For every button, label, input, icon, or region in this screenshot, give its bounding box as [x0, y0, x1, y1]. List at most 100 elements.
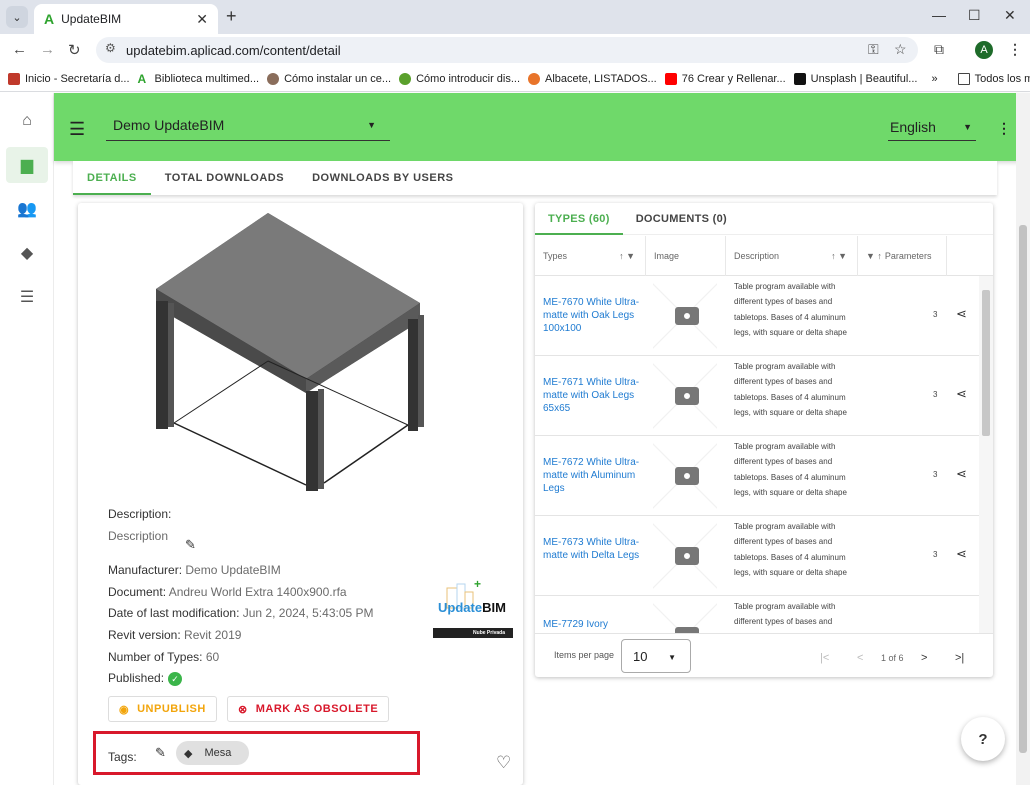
camera-icon [675, 387, 699, 405]
unpublish-button[interactable]: ◉ UNPUBLISH [108, 696, 217, 722]
tag-icon[interactable]: ◆ [6, 235, 48, 271]
svg-text:+: + [474, 578, 481, 591]
previous-page-icon[interactable]: < [857, 652, 863, 664]
type-name-link[interactable]: ME-7672 White Ultra-matte with Aluminum … [543, 456, 643, 495]
favorite-heart-icon[interactable]: ♡ [496, 753, 511, 773]
column-header-description[interactable]: Description ↑ ▼ [726, 236, 858, 276]
users-icon[interactable]: 👥 [6, 191, 48, 227]
items-per-page-select[interactable]: 10 ▼ [621, 639, 691, 673]
all-bookmarks-folder[interactable]: Todos los marcadores [957, 72, 1030, 85]
more-options-icon[interactable]: ⋮ [997, 120, 1011, 137]
sort-filter-icon[interactable]: ↑ ▼ [619, 251, 635, 261]
language-select[interactable]: English ▼ [888, 119, 976, 141]
tab-details[interactable]: DETAILS [73, 161, 151, 195]
column-header-types[interactable]: Types ↑ ▼ [535, 236, 646, 276]
home-icon[interactable]: ⌂ [6, 103, 48, 139]
edit-description-icon[interactable]: ✎ [185, 537, 196, 553]
table-row[interactable]: ME-7672 White Ultra-matte with Aluminum … [535, 436, 979, 516]
cart-off-icon: ⊗ [238, 703, 248, 716]
tags-label: Tags: [108, 750, 137, 764]
browser-tab[interactable]: A UpdateBIM ✕ [34, 4, 218, 34]
close-window-icon[interactable]: ✕ [1004, 7, 1016, 24]
types-tabs: TYPES (60) DOCUMENTS (0) [535, 203, 993, 235]
share-icon[interactable]: ⋖ [956, 466, 967, 482]
description-value: Description [108, 529, 169, 543]
more-bookmarks-icon[interactable]: » [931, 73, 937, 85]
browser-menu-icon[interactable]: ⋮ [1008, 41, 1022, 58]
table-scrollbar[interactable] [979, 276, 993, 633]
type-name-link[interactable]: ME-7671 White Ultra-matte with Oak Legs … [543, 376, 643, 415]
help-button[interactable]: ? [961, 717, 1005, 761]
share-icon[interactable]: ⋖ [956, 386, 967, 402]
back-icon[interactable]: ← [12, 41, 27, 58]
tab-search-icon[interactable]: ⌄ [6, 6, 28, 28]
folder-icon[interactable]: ▆ [6, 147, 48, 183]
address-bar[interactable]: updatebim.aplicad.com/content/detail [96, 37, 918, 63]
bookmark-item[interactable]: Cómo introducir dis... [399, 72, 520, 85]
tab-downloads-by-users[interactable]: DOWNLOADS BY USERS [298, 161, 467, 195]
tab-types[interactable]: TYPES (60) [535, 203, 623, 235]
table-row[interactable]: ME-7670 White Ultra-matte with Oak Legs … [535, 276, 979, 356]
profile-avatar[interactable]: A [975, 41, 993, 59]
type-parameters: 3 [933, 390, 938, 399]
bookmark-star-icon[interactable]: ☆ [894, 41, 907, 58]
forward-icon[interactable]: → [40, 41, 55, 58]
new-tab-icon[interactable]: + [226, 6, 237, 27]
type-name-link[interactable]: ME-7729 Ivory [543, 618, 643, 631]
bookmark-item[interactable]: Inicio - Secretaría d... [8, 72, 130, 85]
mark-obsolete-button[interactable]: ⊗ MARK AS OBSOLETE [227, 696, 390, 722]
tag-chip[interactable]: ◆ Mesa [176, 741, 249, 765]
type-description: Table program available with different t… [734, 602, 836, 627]
tab-total-downloads[interactable]: TOTAL DOWNLOADS [151, 161, 298, 195]
next-page-icon[interactable]: > [921, 652, 927, 664]
type-description: Table program available with different t… [734, 522, 847, 577]
published-row: Published: ✓ [108, 671, 183, 686]
maximize-icon[interactable]: ☐ [968, 7, 981, 24]
settings-sliders-icon[interactable]: ☰ [6, 279, 48, 315]
extensions-icon[interactable]: ⧉ [934, 41, 944, 58]
project-select-value: Demo UpdateBIM [113, 116, 225, 133]
updatebim-favicon-icon: A [44, 11, 55, 27]
reload-icon[interactable]: ↻ [68, 41, 81, 59]
bookmark-item[interactable]: 76 Crear y Rellenar... [664, 72, 786, 85]
bookmark-item[interactable]: Cómo instalar un ce... [267, 72, 391, 85]
logo-caption: Nube Privada [473, 630, 505, 636]
paginator: Items per page 10 ▼ |< < 1 of 6 > >| [535, 633, 993, 677]
site-settings-icon[interactable]: ⚙ [105, 41, 116, 55]
last-page-icon[interactable]: >| [955, 652, 964, 664]
sort-filter-icon[interactable]: ↑ ▼ [831, 251, 847, 261]
browser-tabstrip: ⌄ A UpdateBIM ✕ + — ☐ ✕ [0, 0, 1030, 34]
eye-off-icon: ◉ [119, 703, 130, 716]
project-select[interactable]: Demo UpdateBIM ▼ [106, 109, 390, 141]
bookmark-item[interactable]: Unsplash | Beautiful... [793, 72, 917, 85]
table-row[interactable]: ME-7673 White Ultra-matte with Delta Leg… [535, 516, 979, 596]
page-scrollbar-thumb[interactable] [1019, 225, 1027, 753]
side-navigation: ⌂ ▆ 👥 ◆ ☰ [0, 93, 54, 785]
revit-version-row: Revit version: Revit 2019 [108, 628, 242, 642]
bookmark-item[interactable]: Albacete, LISTADOS... [528, 72, 657, 85]
tab-documents[interactable]: DOCUMENTS (0) [623, 203, 740, 235]
first-page-icon[interactable]: |< [820, 652, 829, 664]
table-row[interactable]: ME-7671 White Ultra-matte with Oak Legs … [535, 356, 979, 436]
scrollbar-thumb[interactable] [982, 290, 990, 436]
bookmark-item[interactable]: A Biblioteca multimed... [138, 73, 260, 85]
minimize-icon[interactable]: — [932, 7, 946, 23]
type-description: Table program available with different t… [734, 282, 847, 337]
tags-highlight-box [93, 731, 420, 775]
page-scrollbar[interactable] [1016, 93, 1030, 785]
type-name-link[interactable]: ME-7673 White Ultra-matte with Delta Leg… [543, 536, 643, 562]
types-table-body: ME-7670 White Ultra-matte with Oak Legs … [535, 276, 979, 633]
page-range-label: 1 of 6 [881, 653, 904, 663]
close-tab-icon[interactable]: ✕ [196, 11, 208, 28]
table-row[interactable]: ME-7729 Ivory Table program available wi… [535, 596, 979, 633]
column-header-parameters[interactable]: ▼ ↑ Parameters [858, 236, 947, 276]
camera-icon [675, 547, 699, 565]
password-key-icon[interactable]: ⚿ [868, 41, 879, 58]
menu-icon[interactable]: ☰ [69, 119, 85, 140]
type-name-link[interactable]: ME-7670 White Ultra-matte with Oak Legs … [543, 296, 643, 335]
share-icon[interactable]: ⋖ [956, 306, 967, 322]
number-of-types-row: Number of Types: 60 [108, 650, 220, 664]
edit-tags-icon[interactable]: ✎ [155, 745, 166, 761]
share-icon[interactable]: ⋖ [956, 546, 967, 562]
filter-icon[interactable]: ▼ ↑ [866, 251, 882, 261]
